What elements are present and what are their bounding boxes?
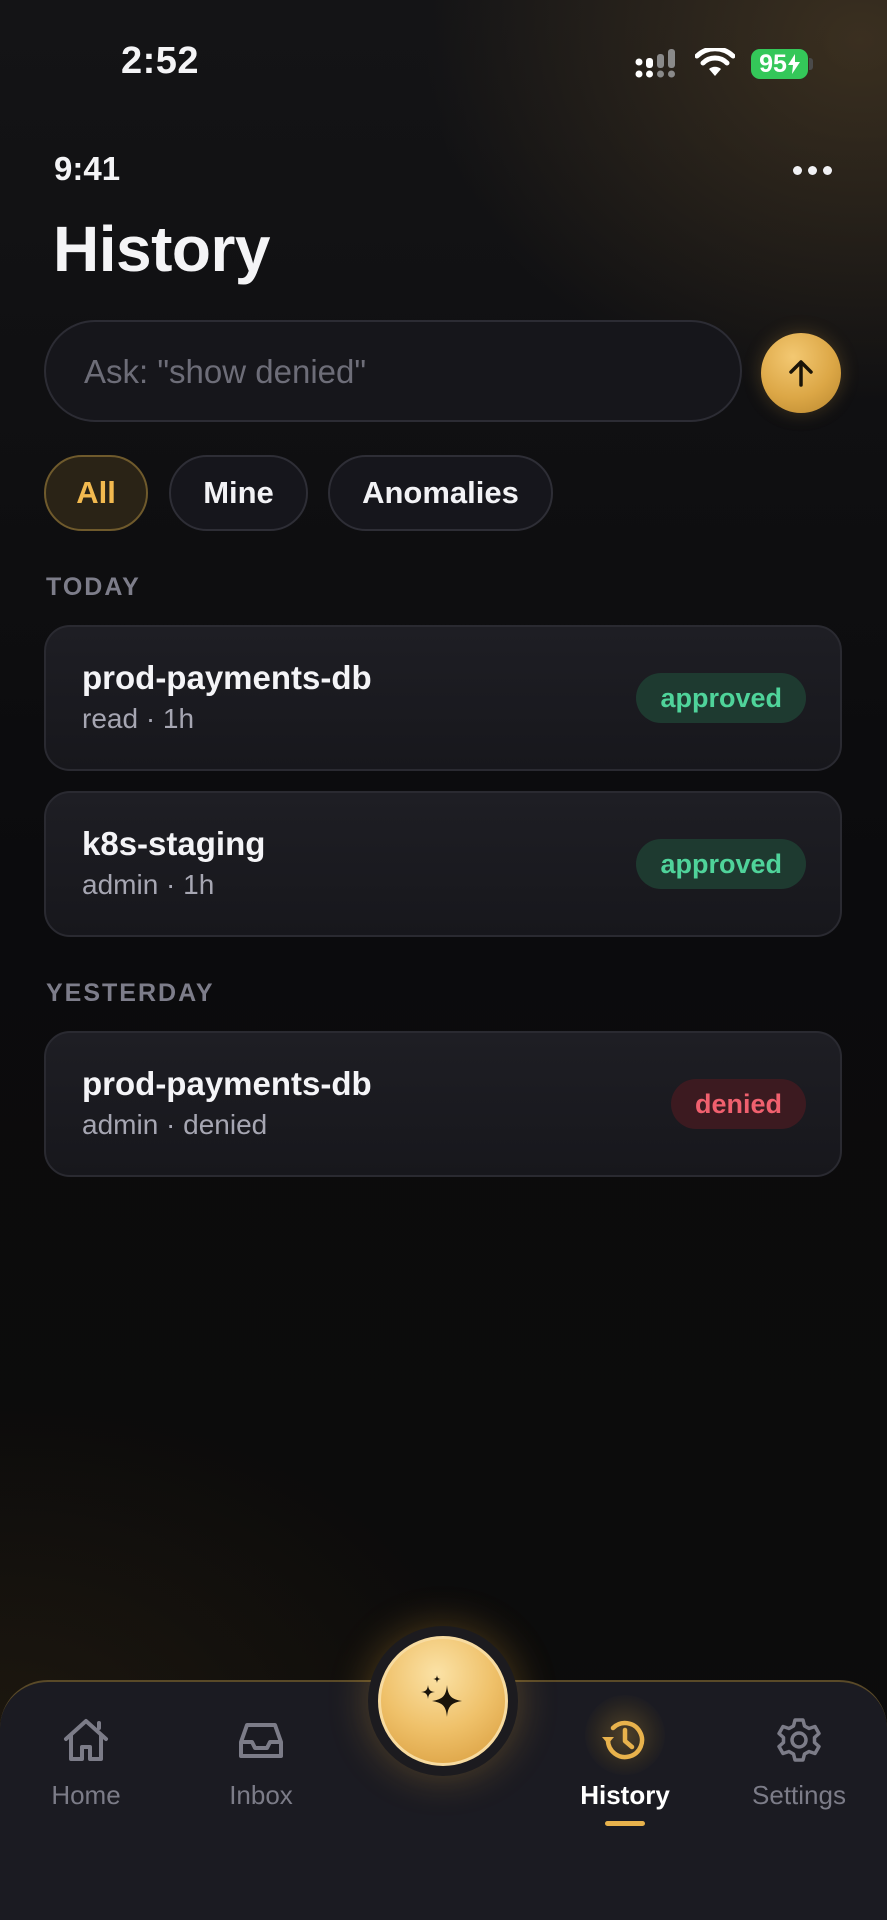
send-button[interactable] — [761, 333, 841, 413]
status-badge: approved — [636, 839, 806, 889]
ask-input[interactable] — [82, 322, 706, 422]
ellipsis-icon — [793, 165, 802, 175]
history-item[interactable]: prod-payments-db admin · denied denied — [44, 1031, 842, 1177]
tab-home[interactable]: Home — [16, 1712, 156, 1832]
history-item[interactable]: k8s-staging admin · 1h approved — [44, 791, 842, 937]
assistant-button[interactable] — [378, 1636, 508, 1766]
filter-chip-label: All — [76, 475, 116, 510]
arrow-up-icon — [789, 360, 813, 387]
tab-settings[interactable]: Settings — [729, 1712, 869, 1832]
tab-label: History — [580, 1780, 670, 1810]
item-title: k8s-staging — [82, 825, 266, 862]
history-icon — [602, 1720, 645, 1760]
history-item[interactable]: prod-payments-db read · 1h approved — [44, 625, 842, 771]
filter-chip-label: Mine — [203, 475, 274, 510]
sparkles-icon — [421, 1675, 462, 1717]
gear-icon — [777, 1718, 821, 1762]
more-options-button[interactable] — [793, 160, 833, 180]
tab-label: Settings — [752, 1780, 846, 1810]
ask-field[interactable] — [44, 320, 742, 422]
ellipsis-dot — [823, 165, 832, 175]
inbox-icon — [239, 1723, 283, 1758]
item-subtitle: admin · 1h — [82, 869, 215, 900]
item-title: prod-payments-db — [82, 1065, 372, 1102]
cellular-signal-icon — [635, 49, 675, 78]
section-header-today: TODAY — [46, 573, 141, 601]
tab-label: Inbox — [229, 1780, 293, 1810]
status-badge: denied — [670, 1079, 806, 1129]
item-subtitle: admin · denied — [82, 1109, 268, 1140]
item-subtitle: read · 1h — [82, 703, 195, 734]
system-clock: 2:52 — [121, 40, 200, 82]
battery-charging-icon: 95 — [751, 49, 808, 79]
tab-history[interactable]: History — [555, 1712, 695, 1832]
tab-inbox[interactable]: Inbox — [191, 1712, 331, 1832]
status-badge: approved — [636, 673, 806, 723]
battery-cap — [809, 58, 813, 70]
wifi-icon — [695, 48, 735, 76]
filter-chip-mine[interactable]: Mine — [169, 455, 308, 531]
battery-level: 95 — [759, 50, 787, 78]
item-title: prod-payments-db — [82, 659, 372, 696]
app-clock: 9:41 — [54, 150, 121, 187]
filter-chip-anomalies[interactable]: Anomalies — [328, 455, 553, 531]
ellipsis-dot — [808, 165, 817, 175]
charging-bolt-icon — [787, 54, 800, 74]
tab-label: Home — [51, 1780, 121, 1810]
active-tab-indicator — [605, 1821, 645, 1826]
page-title: History — [53, 213, 271, 285]
filter-chip-label: Anomalies — [362, 475, 519, 510]
section-header-yesterday: YESTERDAY — [46, 979, 215, 1007]
filter-chip-all[interactable]: All — [44, 455, 148, 531]
home-icon — [64, 1719, 108, 1761]
